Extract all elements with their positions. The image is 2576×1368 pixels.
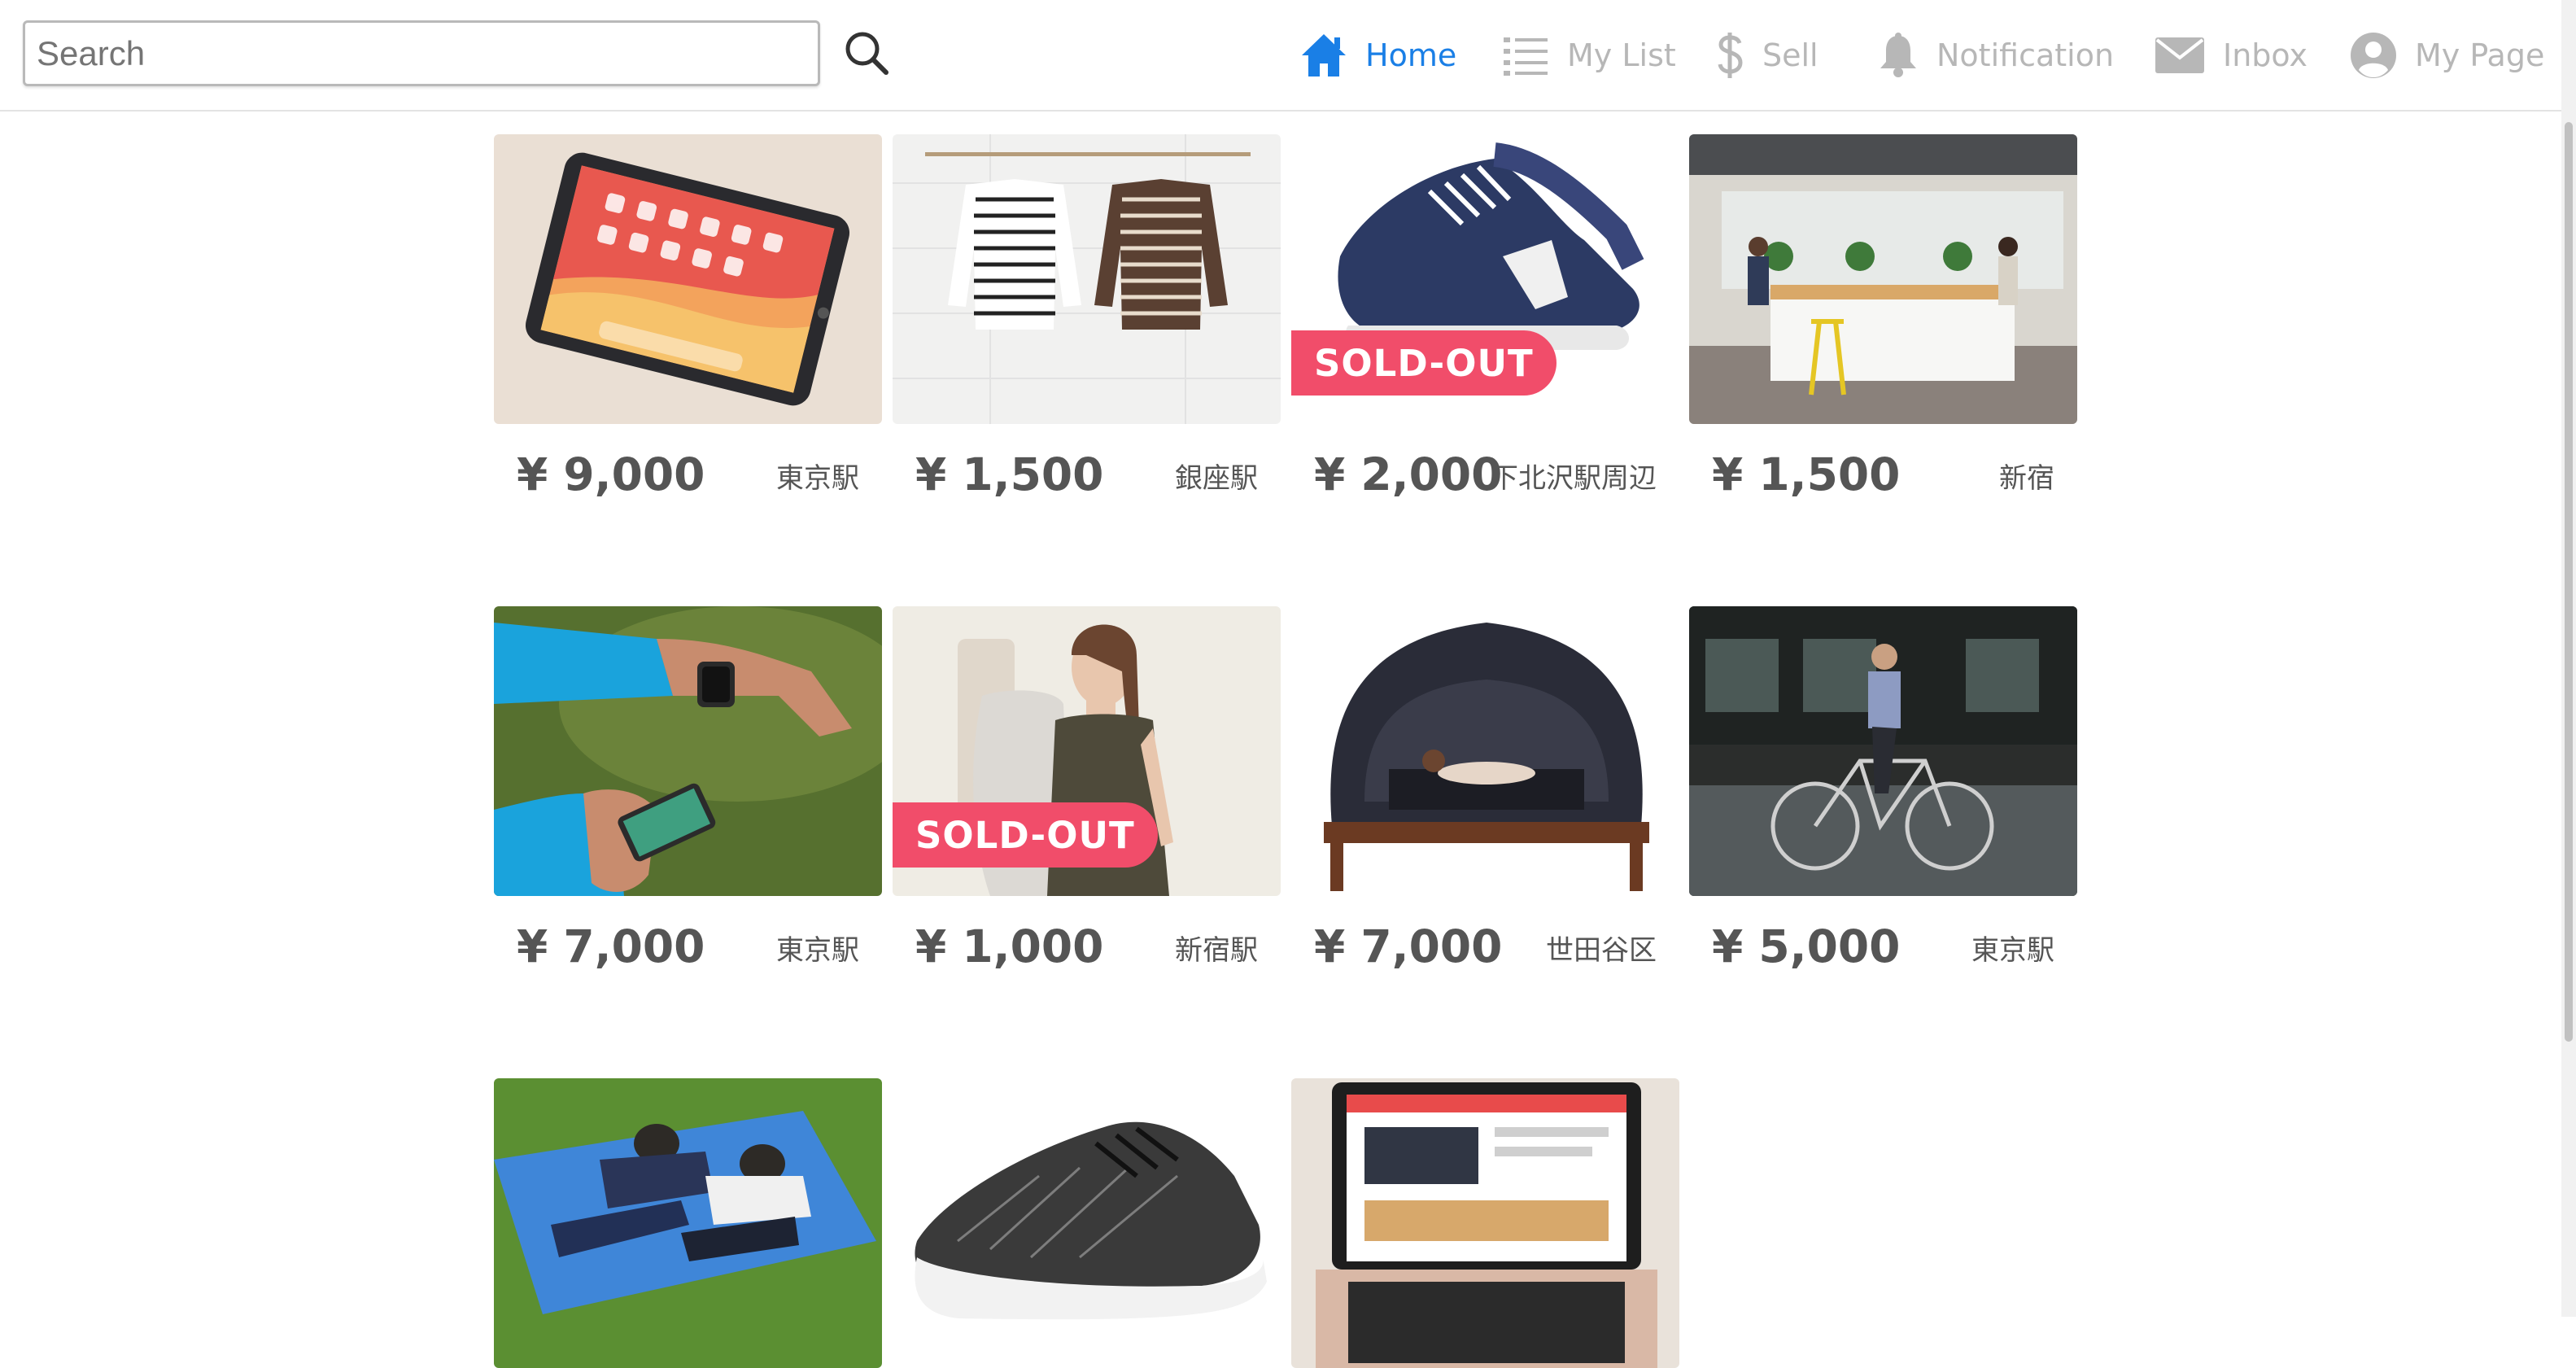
product-image-ipad (494, 134, 882, 424)
product-image-sleeping-pads (494, 1078, 882, 1368)
search-icon (845, 32, 889, 75)
item-location: 世田谷区 (1546, 934, 1657, 967)
product-image-office-space (1689, 134, 2077, 424)
dollar-icon (1718, 33, 1743, 78)
item-price: ¥ 2,000 (1314, 448, 1503, 500)
product-card[interactable] (1291, 1078, 1679, 1368)
sold-out-badge: SOLD-OUT (893, 802, 1158, 868)
item-price: ¥ 5,000 (1712, 920, 1901, 972)
product-image-bed-tent (1291, 606, 1679, 896)
product-card[interactable]: SOLD-OUT ¥ 2,000 下北沢駅周辺 (1291, 134, 1679, 500)
nav-my-page-label: My Page (2415, 37, 2545, 73)
home-icon (1302, 34, 1346, 76)
item-price: ¥ 1,000 (915, 920, 1104, 972)
bell-icon (1880, 33, 1916, 77)
item-location: 東京駅 (776, 934, 859, 967)
product-card[interactable]: ¥ 1,500 新宿 (1689, 134, 2077, 500)
scrollbar[interactable] (2561, 0, 2576, 1317)
item-price: ¥ 1,500 (915, 448, 1104, 500)
top-navigation-bar: Home My List Sell Notification (0, 0, 2576, 111)
product-image-woman-backpack: SOLD-OUT (893, 606, 1281, 896)
user-circle-icon (2351, 33, 2396, 78)
item-location: 下北沢駅周辺 (1491, 462, 1657, 495)
product-card[interactable]: SOLD-OUT ¥ 1,000 新宿駅 (893, 606, 1281, 972)
product-image-navy-sneakers: SOLD-OUT (1291, 134, 1679, 424)
item-location: 新宿 (1999, 462, 2054, 495)
nav-notification[interactable]: Notification (1878, 23, 2114, 88)
nav-inbox-label: Inbox (2223, 37, 2307, 73)
nav-sell-label: Sell (1762, 37, 1818, 73)
nav-my-page[interactable]: My Page (2350, 23, 2544, 88)
item-price: ¥ 9,000 (517, 448, 705, 500)
item-price: ¥ 7,000 (517, 920, 705, 972)
product-image-striped-shirts (893, 134, 1281, 424)
nav-home-label: Home (1365, 37, 1457, 73)
search-button[interactable] (838, 24, 895, 81)
item-location: 銀座駅 (1175, 462, 1258, 495)
item-price: ¥ 7,000 (1314, 920, 1503, 972)
product-card[interactable] (893, 1078, 1281, 1368)
product-image-black-sneaker (893, 1078, 1281, 1368)
product-card[interactable]: ¥ 7,000 世田谷区 (1291, 606, 1679, 972)
search-input[interactable] (23, 20, 820, 86)
item-location: 新宿駅 (1175, 934, 1258, 967)
nav-sell[interactable]: Sell (1717, 23, 1818, 88)
sold-out-badge: SOLD-OUT (1291, 330, 1557, 396)
nav-home[interactable]: Home (1300, 23, 1456, 88)
product-card[interactable]: ¥ 9,000 東京駅 (494, 134, 882, 500)
nav-notification-label: Notification (1936, 37, 2115, 73)
product-image-bicycle (1689, 606, 2077, 896)
item-price: ¥ 1,500 (1712, 448, 1901, 500)
item-location: 東京駅 (1971, 934, 2054, 967)
product-card[interactable]: ¥ 7,000 東京駅 (494, 606, 882, 972)
product-image-smartwatch (494, 606, 882, 896)
list-icon (1504, 37, 1548, 76)
nav-inbox[interactable]: Inbox (2155, 23, 2307, 88)
mail-icon (2155, 37, 2204, 73)
scrollbar-thumb[interactable] (2565, 122, 2573, 1042)
nav-my-list-label: My List (1567, 37, 1676, 73)
product-card[interactable] (494, 1078, 882, 1368)
product-card[interactable]: ¥ 1,500 銀座駅 (893, 134, 1281, 500)
nav-my-list[interactable]: My List (1502, 23, 1676, 88)
product-card[interactable]: ¥ 5,000 東京駅 (1689, 606, 2077, 972)
product-image-laptop (1291, 1078, 1679, 1368)
item-location: 東京駅 (776, 462, 859, 495)
